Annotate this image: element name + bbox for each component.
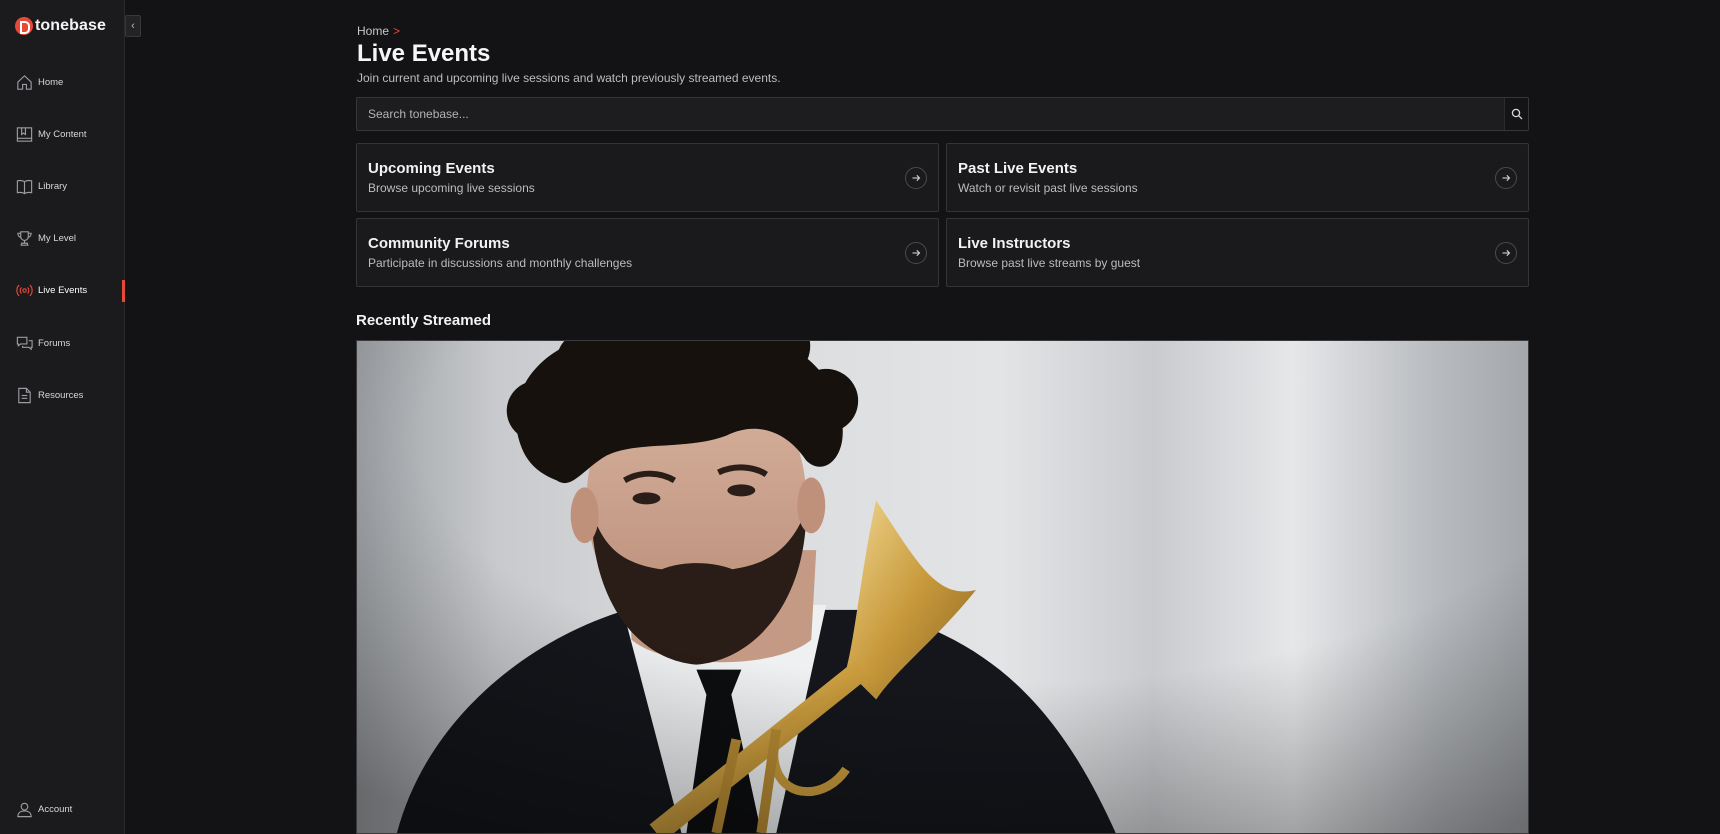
card-title: Past Live Events <box>958 160 1078 177</box>
search-bar <box>356 97 1529 131</box>
arrow-right-icon <box>912 174 921 182</box>
sidebar-item-library[interactable]: Library <box>0 166 125 206</box>
open-book-icon <box>16 179 33 194</box>
search-button[interactable] <box>1504 98 1528 130</box>
sidebar-collapse-button[interactable]: ‹ <box>125 15 141 37</box>
breadcrumb: Home > <box>357 24 400 38</box>
card-upcoming-events[interactable]: Upcoming Events Browse upcoming live ses… <box>356 143 939 212</box>
trophy-icon <box>17 230 32 246</box>
bookmark-book-icon <box>16 126 33 142</box>
sidebar-item-my-level[interactable]: My Level <box>0 218 125 258</box>
user-icon <box>17 802 32 817</box>
card-arrow-button[interactable] <box>1495 242 1517 264</box>
card-title: Upcoming Events <box>368 160 495 177</box>
sidebar: tonebase Home My Content Library My Leve… <box>0 0 125 834</box>
card-title: Community Forums <box>368 235 510 252</box>
card-past-live-events[interactable]: Past Live Events Watch or revisit past l… <box>946 143 1529 212</box>
card-title: Live Instructors <box>958 235 1071 252</box>
sidebar-item-label: My Content <box>38 128 87 140</box>
card-description: Browse past live streams by guest <box>958 256 1141 270</box>
card-community-forums[interactable]: Community Forums Participate in discussi… <box>356 218 939 287</box>
recently-streamed-thumbnail[interactable] <box>356 340 1529 834</box>
sidebar-item-forums[interactable]: Forums <box>0 323 125 363</box>
card-description: Watch or revisit past live sessions <box>958 181 1138 195</box>
sidebar-item-my-content[interactable]: My Content <box>0 114 125 154</box>
sidebar-item-label: Resources <box>38 389 84 401</box>
card-arrow-button[interactable] <box>905 242 927 264</box>
sidebar-item-home[interactable]: Home <box>0 62 125 102</box>
card-description: Browse upcoming live sessions <box>368 181 535 195</box>
sidebar-item-account[interactable]: Account <box>0 789 125 829</box>
search-icon <box>1511 108 1522 120</box>
arrow-right-icon <box>912 249 921 257</box>
chat-bubbles-icon <box>16 336 33 350</box>
brand-name: tonebase <box>35 17 107 34</box>
broadcast-icon <box>16 284 33 296</box>
card-description: Participate in discussions and monthly c… <box>368 256 633 270</box>
page-subtitle: Join current and upcoming live sessions … <box>357 71 781 85</box>
sidebar-item-label: Library <box>38 180 68 192</box>
chevron-left-icon: ‹ <box>131 20 135 32</box>
sidebar-item-resources[interactable]: Resources <box>0 375 125 415</box>
sidebar-item-label: Live Events <box>38 284 88 296</box>
card-arrow-button[interactable] <box>1495 167 1517 189</box>
arrow-right-icon <box>1502 249 1511 257</box>
sidebar-item-live-events[interactable]: Live Events <box>0 270 125 310</box>
tonebase-logo-icon <box>15 17 33 35</box>
sidebar-item-label: My Level <box>38 232 77 244</box>
home-icon <box>17 74 32 90</box>
breadcrumb-separator: > <box>393 24 401 38</box>
sidebar-item-label: Forums <box>38 337 71 349</box>
sidebar-item-label: Home <box>38 76 64 88</box>
document-icon <box>18 387 31 403</box>
page-title: Live Events <box>357 40 491 67</box>
sidebar-item-label: Account <box>38 803 73 815</box>
card-arrow-button[interactable] <box>905 167 927 189</box>
arrow-right-icon <box>1502 174 1511 182</box>
breadcrumb-home-link[interactable]: Home <box>357 24 389 38</box>
tonebase-logo[interactable]: tonebase <box>15 17 106 35</box>
section-title-recently-streamed: Recently Streamed <box>356 312 492 329</box>
search-input[interactable] <box>357 98 1504 130</box>
card-live-instructors[interactable]: Live Instructors Browse past live stream… <box>946 218 1529 287</box>
trumpet-player-photo <box>357 341 1528 833</box>
